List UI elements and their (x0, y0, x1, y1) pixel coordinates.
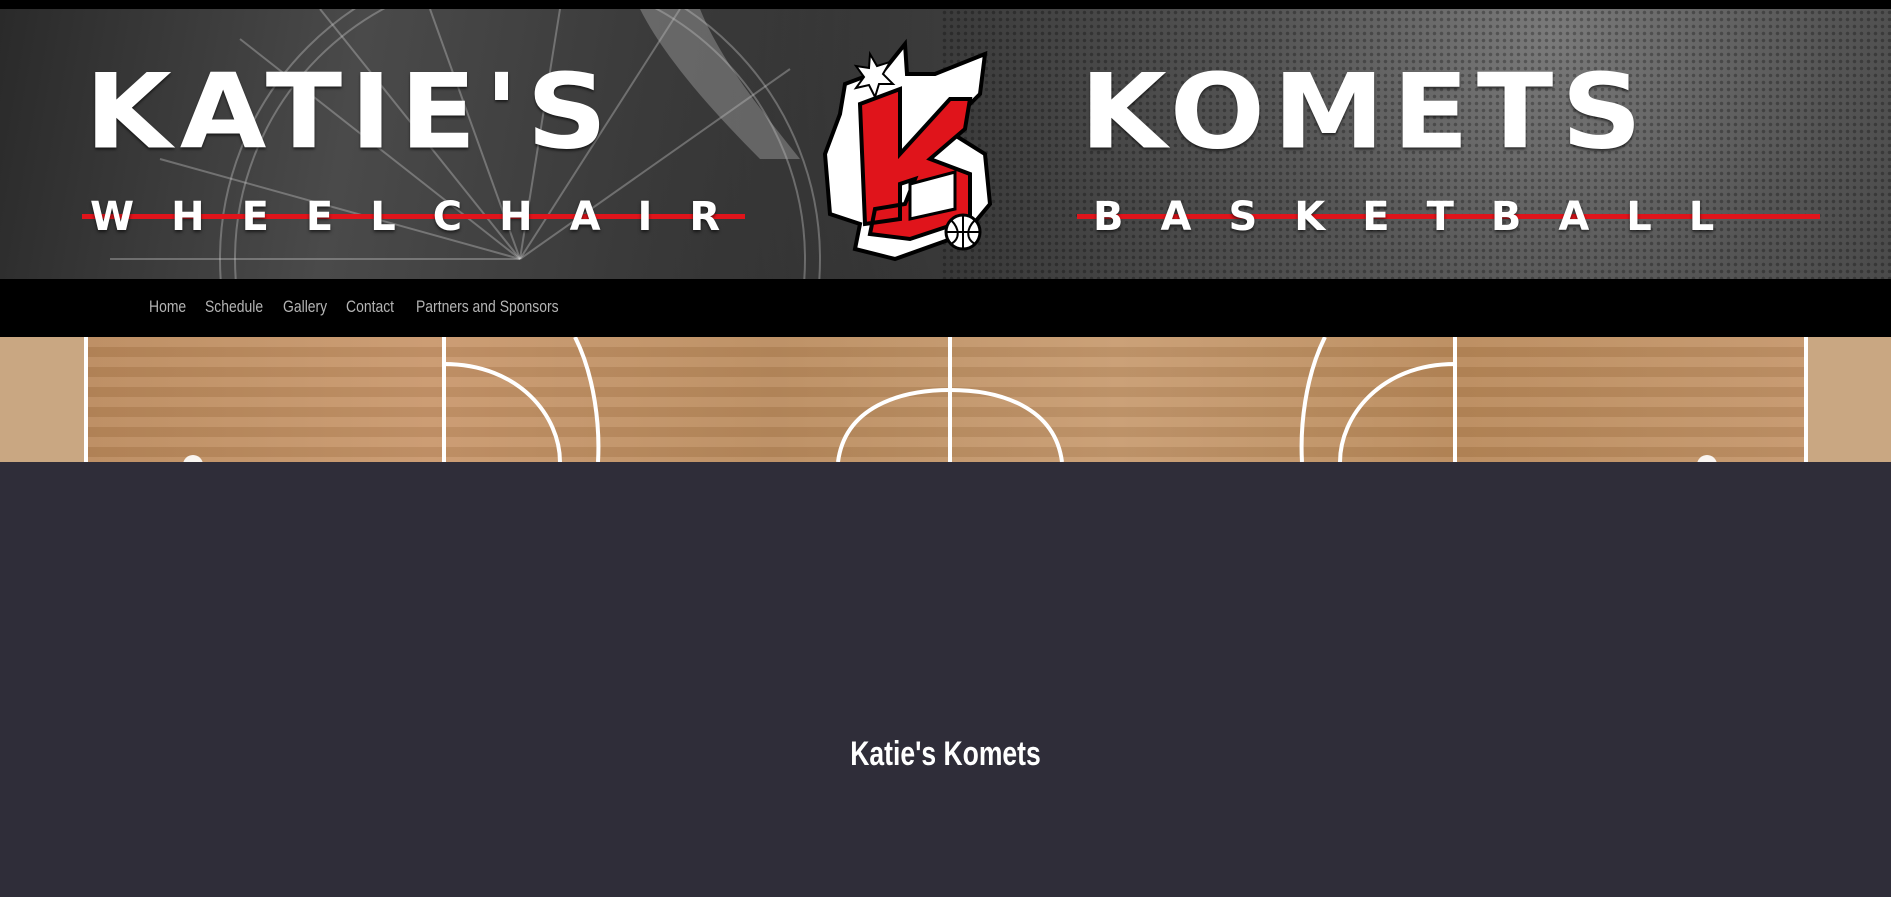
banner-title-left: KATIE'S (85, 52, 616, 173)
banner-subtitle-left: WHEELCHAIR (90, 194, 758, 240)
nav-gallery[interactable]: Gallery (283, 297, 327, 317)
site-banner: KATIE'S KOMETS WHEELCHAIR BASKETBALL (0, 9, 1891, 279)
komets-k-logo-icon[interactable] (815, 34, 1015, 269)
nav-schedule[interactable]: Schedule (205, 297, 263, 317)
main-nav: Home Schedule Gallery Contact Partners a… (0, 279, 1891, 337)
top-strip (0, 0, 1891, 9)
nav-partners-and-sponsors[interactable]: Partners and Sponsors (416, 297, 559, 317)
nav-contact[interactable]: Contact (346, 297, 394, 317)
court-banner-image (0, 337, 1891, 462)
banner-title-right: KOMETS (1080, 52, 1650, 173)
nav-home[interactable]: Home (149, 297, 186, 317)
banner-subtitle-right: BASKETBALL (1093, 194, 1752, 240)
page-heading: Katie's Komets (850, 734, 1041, 773)
court-lines (84, 337, 1808, 462)
